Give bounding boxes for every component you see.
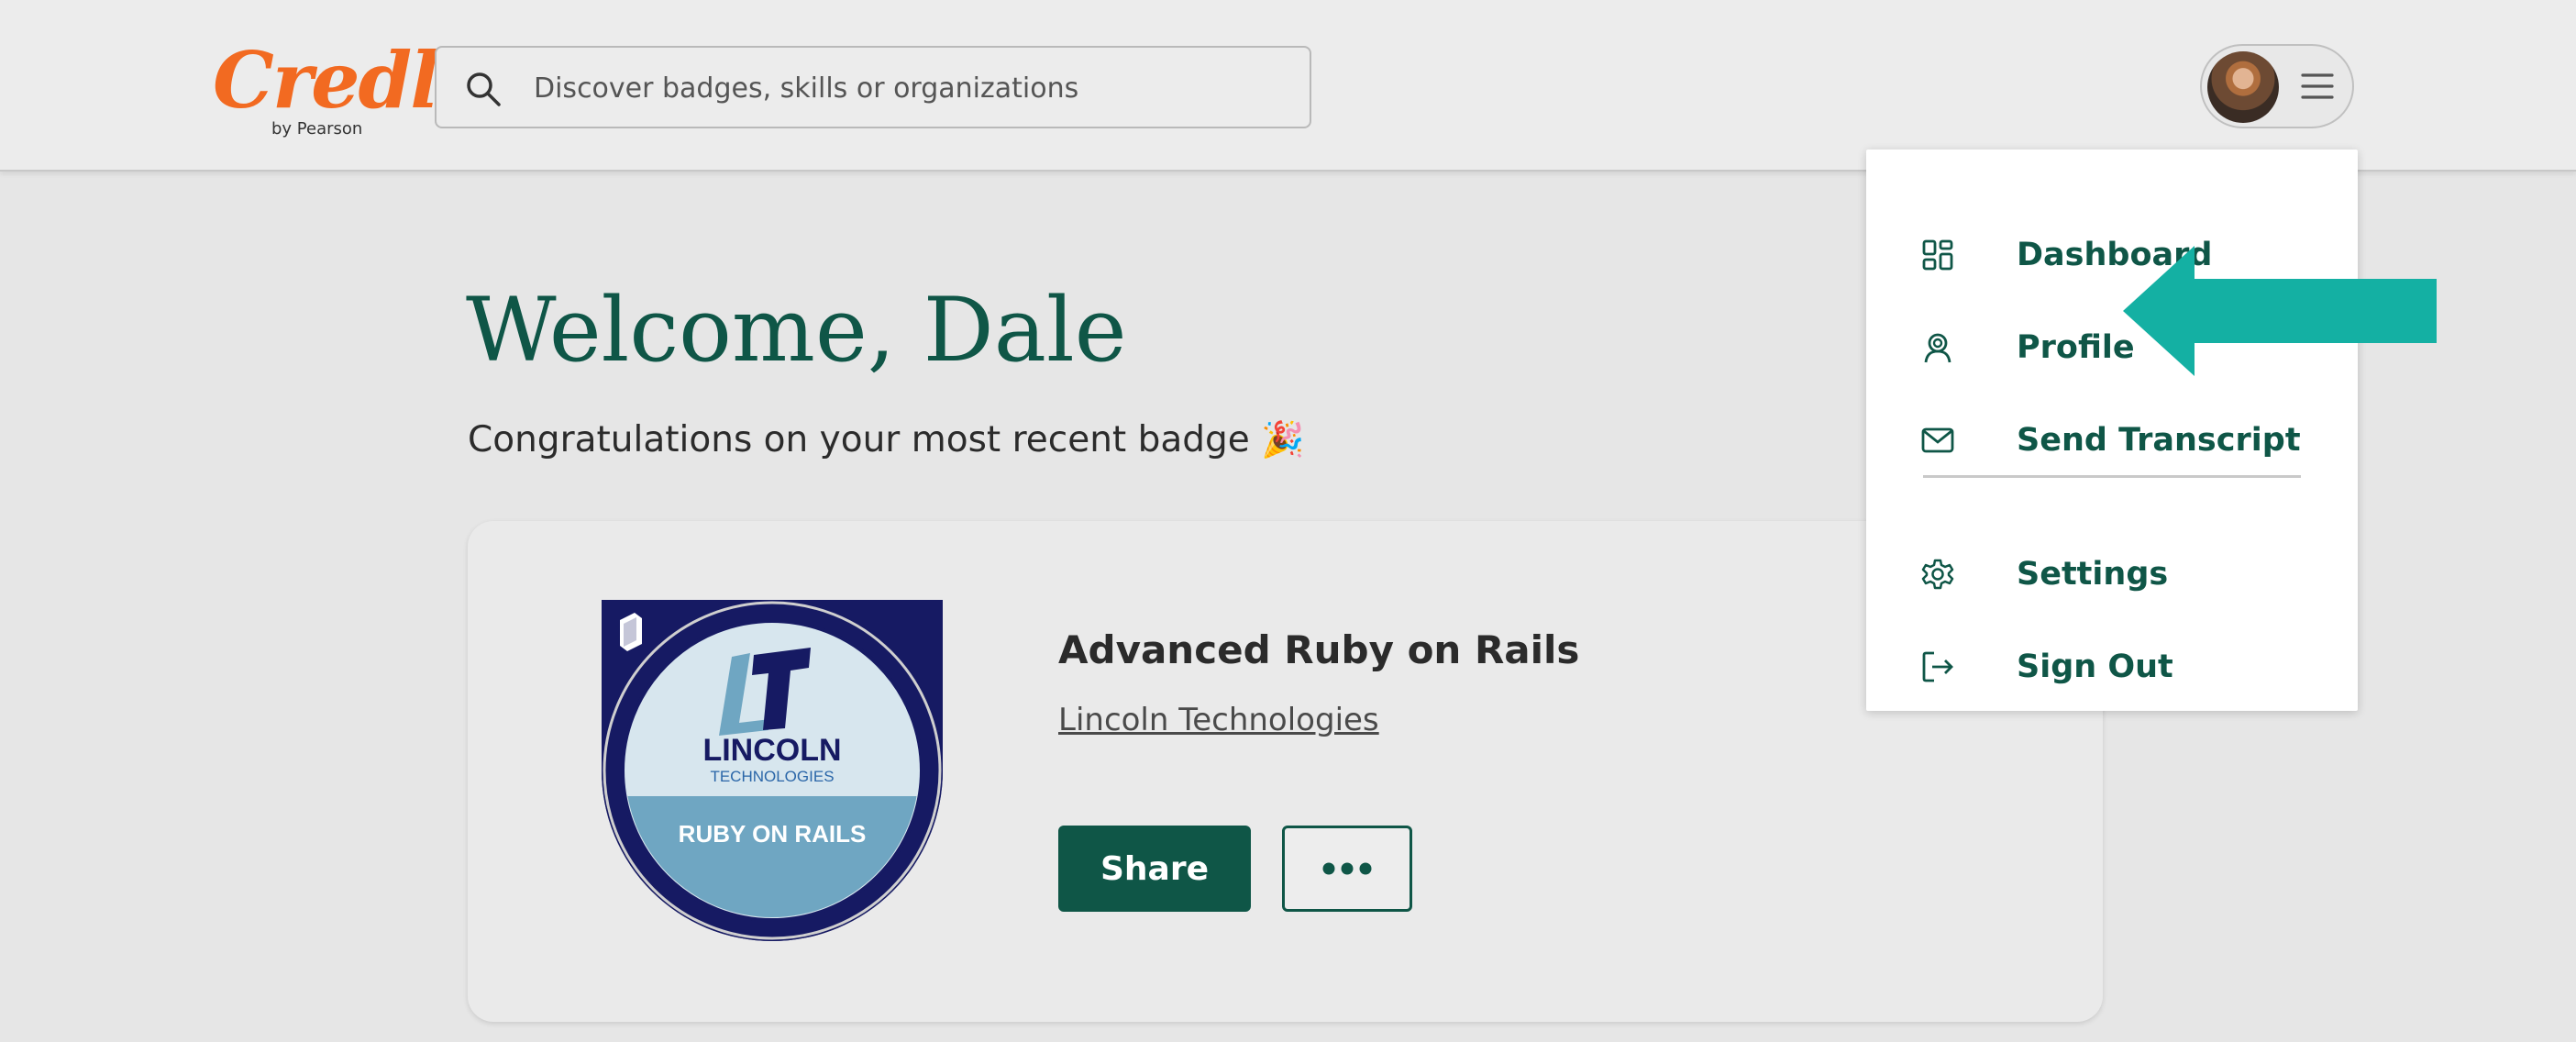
search-input[interactable]: Discover badges, skills or organizations [435,46,1311,128]
avatar [2207,51,2279,123]
more-dots-icon [1322,862,1372,875]
menu-item-settings[interactable]: Settings [1921,542,2306,606]
menu-item-label: Sign Out [2017,648,2173,685]
account-dropdown-menu: Dashboard Profile Send Transcript Settin… [1866,150,2358,711]
menu-divider [1923,475,2301,478]
more-options-button[interactable] [1282,826,1412,912]
menu-item-label: Profile [2017,329,2135,366]
badge-band-text: RUBY ON RAILS [679,820,867,848]
menu-item-label: Settings [2017,556,2169,593]
mail-icon [1921,427,1954,453]
menu-item-label: Send Transcript [2017,422,2301,459]
dashboard-icon [1922,239,1953,271]
search-icon [467,72,501,106]
menu-item-sign-out[interactable]: Sign Out [1921,635,2306,699]
hamburger-menu-icon [2301,73,2334,99]
issuer-link[interactable]: Lincoln Technologies [1058,699,1379,741]
party-popper-icon: 🎉 [1261,419,1305,460]
profile-icon [1924,333,1951,363]
recent-badge-card: LINCOLN TECHNOLOGIES RUBY ON RAILS Advan… [468,521,2103,1022]
page-title: Welcome, Dale [466,279,1127,382]
annotation-arrow-icon [2123,246,2437,376]
gear-icon [1921,559,1954,590]
badge-org-line1: LINCOLN [702,733,841,768]
sign-out-icon [1922,651,1953,682]
account-menu-button[interactable] [2200,44,2354,128]
badge-image[interactable]: LINCOLN TECHNOLOGIES RUBY ON RAILS [602,600,943,941]
badge-org-line2: TECHNOLOGIES [710,768,834,785]
credly-logo[interactable]: Credly by Pearson [213,35,482,150]
congrats-text: Congratulations on your most recent badg… [468,415,1305,465]
search-placeholder: Discover badges, skills or organizations [534,72,1079,105]
share-button[interactable]: Share [1058,826,1251,912]
badge-title: Advanced Ruby on Rails [1058,627,1580,672]
logo-subtext: by Pearson [271,119,363,139]
top-navbar: Credly by Pearson Discover badges, skill… [0,0,2576,172]
menu-item-send-transcript[interactable]: Send Transcript [1921,408,2306,472]
congrats-label: Congratulations on your most recent badg… [468,419,1250,460]
